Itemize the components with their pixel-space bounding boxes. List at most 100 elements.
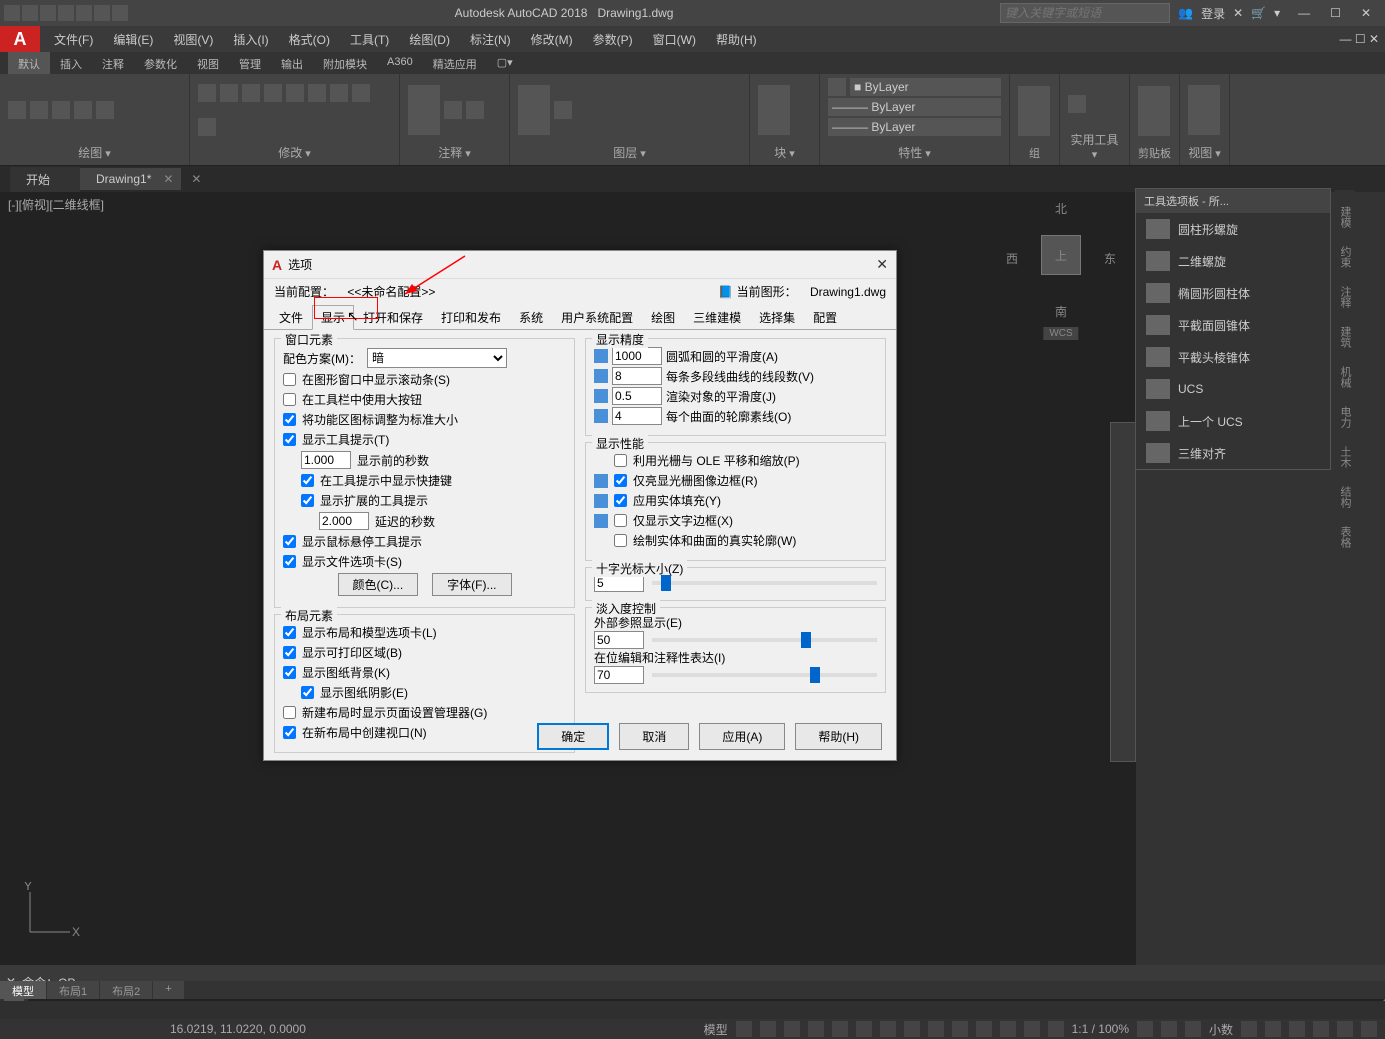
cb-page-setup[interactable] bbox=[283, 706, 296, 719]
dlg-tab-files[interactable]: 文件 bbox=[270, 305, 312, 330]
rect-icon[interactable] bbox=[96, 101, 114, 119]
transparency-icon[interactable] bbox=[904, 1021, 920, 1037]
tp-item[interactable]: 三维对齐 bbox=[1136, 437, 1330, 469]
gear-icon[interactable] bbox=[1137, 1021, 1153, 1037]
dlg-tab-system[interactable]: 系统 bbox=[510, 305, 552, 330]
mirror-icon[interactable] bbox=[286, 84, 304, 102]
dyn-ucs-icon[interactable] bbox=[976, 1021, 992, 1037]
array-icon[interactable] bbox=[198, 118, 216, 136]
dlg-tab-display[interactable]: 显示 bbox=[312, 305, 354, 330]
palette-tab[interactable]: 建筑 bbox=[1337, 320, 1353, 354]
ribbon-tab-insert[interactable]: 插入 bbox=[50, 52, 92, 74]
3dosnap-icon[interactable] bbox=[952, 1021, 968, 1037]
matchprop-icon[interactable] bbox=[828, 78, 846, 96]
dlg-tab-plot[interactable]: 打印和发布 bbox=[432, 305, 510, 330]
doc-tab-drawing1[interactable]: Drawing1*✕ bbox=[80, 168, 181, 190]
paste-icon[interactable] bbox=[1138, 86, 1170, 136]
grid-icon[interactable] bbox=[736, 1021, 752, 1037]
lwt-icon[interactable] bbox=[880, 1021, 896, 1037]
menu-parametric[interactable]: 参数(P) bbox=[583, 27, 643, 52]
menu-dimension[interactable]: 标注(N) bbox=[460, 27, 521, 52]
help-dropdown-icon[interactable]: ▾ bbox=[1274, 6, 1280, 20]
viewcube-south[interactable]: 南 bbox=[1055, 303, 1067, 320]
ann-scale-icon[interactable] bbox=[1048, 1021, 1064, 1037]
layerprops-icon[interactable] bbox=[518, 85, 550, 135]
panel-title-view[interactable]: 视图 ▾ bbox=[1188, 142, 1221, 161]
cb-large-buttons[interactable] bbox=[283, 393, 296, 406]
table-icon[interactable] bbox=[466, 101, 484, 119]
colors-button[interactable]: 颜色(C)... bbox=[338, 573, 419, 596]
rotate-icon[interactable] bbox=[264, 84, 282, 102]
help-button[interactable]: 帮助(H) bbox=[795, 723, 882, 750]
polar-icon[interactable] bbox=[808, 1021, 824, 1037]
cb-printable-area[interactable] bbox=[283, 646, 296, 659]
lock-ui-icon[interactable] bbox=[1265, 1021, 1281, 1037]
palette-tab[interactable]: 建模 bbox=[1337, 200, 1353, 234]
ann-monitor-icon[interactable] bbox=[1185, 1021, 1201, 1037]
cart-icon[interactable]: 🛒 bbox=[1251, 6, 1266, 20]
isolate-icon[interactable] bbox=[1289, 1021, 1305, 1037]
dialog-title-bar[interactable]: A 选项 ✕ bbox=[264, 251, 896, 279]
panel-title-props[interactable]: 特性 ▾ bbox=[828, 142, 1001, 161]
qat-new-icon[interactable] bbox=[4, 5, 20, 21]
menu-tools[interactable]: 工具(T) bbox=[340, 27, 399, 52]
cb-rollover-tooltips[interactable] bbox=[283, 535, 296, 548]
cb-create-viewport[interactable] bbox=[283, 726, 296, 739]
scale-display[interactable]: 1:1 / 100% bbox=[1072, 1022, 1129, 1036]
viewcube-north[interactable]: 北 bbox=[1055, 200, 1067, 217]
menu-insert[interactable]: 插入(I) bbox=[223, 27, 278, 52]
doc-max-icon[interactable]: ☐ bbox=[1355, 32, 1366, 46]
panel-title-draw[interactable]: 绘图 ▾ bbox=[8, 142, 181, 161]
contour-lines-input[interactable] bbox=[612, 407, 662, 425]
cb-file-tabs[interactable] bbox=[283, 555, 296, 568]
linetype-dropdown[interactable]: ——— ByLayer bbox=[828, 98, 1001, 116]
cb-raster-frame[interactable] bbox=[614, 474, 627, 487]
cb-layout-tabs[interactable] bbox=[283, 626, 296, 639]
qat-redo-icon[interactable] bbox=[112, 5, 128, 21]
base-icon[interactable] bbox=[1188, 85, 1220, 135]
tp-item[interactable]: 椭圆形圆柱体 bbox=[1136, 277, 1330, 309]
ribbon-tab-annotate[interactable]: 注释 bbox=[92, 52, 134, 74]
props-icon[interactable] bbox=[1024, 1021, 1040, 1037]
dlg-tab-profiles[interactable]: 配置 bbox=[804, 305, 846, 330]
qat-undo-icon[interactable] bbox=[94, 5, 110, 21]
maximize-button[interactable]: ☐ bbox=[1330, 6, 1341, 20]
qat-saveas-icon[interactable] bbox=[58, 5, 74, 21]
menu-window[interactable]: 窗口(W) bbox=[643, 27, 706, 52]
doc-min-icon[interactable]: ― bbox=[1339, 32, 1351, 46]
status-model-button[interactable]: 模型 bbox=[704, 1021, 728, 1038]
palette-tab[interactable]: 表格 bbox=[1337, 520, 1353, 554]
ok-button[interactable]: 确定 bbox=[537, 723, 609, 750]
ribbon-tab-addins[interactable]: 附加模块 bbox=[313, 52, 377, 74]
panel-title-annotation[interactable]: 注释 ▾ bbox=[408, 142, 501, 161]
ribbon-tab-featured[interactable]: 精选应用 bbox=[423, 52, 487, 74]
signin-button[interactable]: 登录 bbox=[1201, 5, 1225, 22]
cb-paper-bg[interactable] bbox=[283, 666, 296, 679]
layout-tab-model[interactable]: 模型 bbox=[0, 981, 47, 999]
lineweight-dropdown[interactable]: ——— ByLayer bbox=[828, 118, 1001, 136]
qat-open-icon[interactable] bbox=[22, 5, 38, 21]
tool-palette-title[interactable]: 工具选项板 - 所... bbox=[1136, 189, 1330, 213]
stretch-icon[interactable] bbox=[242, 84, 260, 102]
menu-edit[interactable]: 编辑(E) bbox=[103, 27, 163, 52]
fillet-icon[interactable] bbox=[352, 84, 370, 102]
doc-tab-close-icon[interactable]: ✕ bbox=[163, 172, 173, 186]
quickprops-icon[interactable] bbox=[1241, 1021, 1257, 1037]
panel-title-block[interactable]: 块 ▾ bbox=[758, 142, 811, 161]
cb-solid-fill[interactable] bbox=[614, 494, 627, 507]
panel-title-layers[interactable]: 图层 ▾ bbox=[518, 142, 741, 161]
cb-scrollbars[interactable] bbox=[283, 373, 296, 386]
doc-close-icon[interactable]: ✕ bbox=[1369, 32, 1379, 46]
menu-draw[interactable]: 绘图(D) bbox=[399, 27, 460, 52]
tp-item[interactable]: 上一个 UCS bbox=[1136, 405, 1330, 437]
dlg-tab-3dmodel[interactable]: 三维建模 bbox=[684, 305, 750, 330]
infocenter-icon[interactable]: 👥 bbox=[1178, 6, 1193, 20]
rendered-smoothness-input[interactable] bbox=[612, 387, 662, 405]
tp-item[interactable]: 平截头棱锥体 bbox=[1136, 341, 1330, 373]
ortho-icon[interactable] bbox=[784, 1021, 800, 1037]
color-scheme-select[interactable]: 暗 bbox=[367, 348, 507, 368]
panel-title-group[interactable]: 组 bbox=[1018, 143, 1051, 161]
qat-save-icon[interactable] bbox=[40, 5, 56, 21]
ribbon-tab-default[interactable]: 默认 bbox=[8, 52, 50, 74]
doc-tab-start[interactable]: 开始 bbox=[10, 167, 80, 192]
